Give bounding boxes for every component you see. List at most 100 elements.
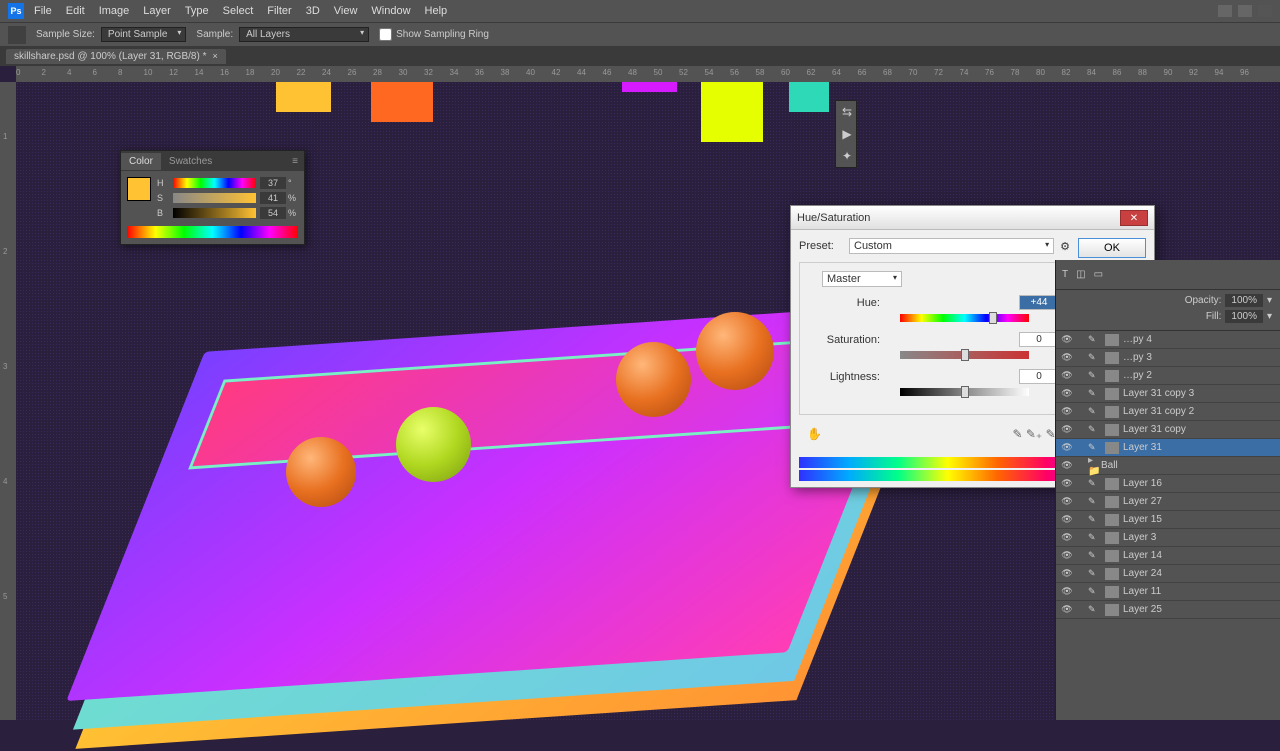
layer-name[interactable]: Layer 25 [1123,604,1276,615]
visibility-icon[interactable]: 👁 [1060,334,1074,345]
menu-item-view[interactable]: View [334,5,358,17]
layer-thumbnail[interactable] [1105,442,1119,454]
tool-icon[interactable]: ⇆ [836,101,858,123]
layer-name[interactable]: …py 2 [1123,370,1276,381]
sample-size-dropdown[interactable]: Point Sample [101,27,186,42]
lightness-slider[interactable] [900,388,1029,396]
gear-icon[interactable]: ⚙ [1060,240,1070,253]
layer-row[interactable]: 👁✎Layer 31 copy [1056,421,1280,439]
preset-dropdown[interactable]: Custom [849,238,1054,254]
menu-item-filter[interactable]: Filter [267,5,291,17]
chevron-down-icon[interactable]: ▾ [1267,311,1272,322]
visibility-icon[interactable]: 👁 [1060,532,1074,543]
close-icon[interactable]: × [212,51,217,61]
layer-thumbnail[interactable] [1105,352,1119,364]
visibility-icon[interactable]: 👁 [1060,604,1074,615]
layer-name[interactable]: Layer 14 [1123,550,1276,561]
panel-menu-icon[interactable]: ≡ [292,156,304,167]
tool-icon[interactable]: ✦ [836,145,858,167]
foreground-swatch[interactable] [127,177,151,201]
hue-slider[interactable] [900,314,1029,322]
visibility-icon[interactable]: 👁 [1060,442,1074,453]
show-ring-checkbox[interactable] [379,28,392,41]
layer-name[interactable]: Ball [1101,460,1276,471]
layer-thumbnail[interactable] [1105,478,1119,490]
layer-row[interactable]: 👁✎Layer 31 copy 3 [1056,385,1280,403]
menu-item-type[interactable]: Type [185,5,209,17]
layer-row[interactable]: 👁✎Layer 3 [1056,529,1280,547]
layer-name[interactable]: …py 4 [1123,334,1276,345]
hand-icon[interactable]: ✋ [807,427,822,441]
eyedropper-icon[interactable]: ✎ [1012,427,1022,441]
document-tab[interactable]: skillshare.psd @ 100% (Layer 31, RGB/8) … [6,49,226,64]
menu-item-file[interactable]: File [34,5,52,17]
sample-dropdown[interactable]: All Layers [239,27,369,42]
layer-name[interactable]: Layer 11 [1123,586,1276,597]
layer-name[interactable]: Layer 24 [1123,568,1276,579]
menu-item-edit[interactable]: Edit [66,5,85,17]
channel-dropdown[interactable]: Master [822,271,902,287]
layer-name[interactable]: Layer 31 copy 2 [1123,406,1276,417]
layer-name[interactable]: Layer 31 copy 3 [1123,388,1276,399]
saturation-slider[interactable] [900,351,1029,359]
window-min-icon[interactable] [1218,5,1232,17]
layer-row[interactable]: 👁✎…py 3 [1056,349,1280,367]
tab-color[interactable]: Color [121,153,161,170]
visibility-icon[interactable]: 👁 [1060,550,1074,561]
layer-name[interactable]: Layer 31 [1123,442,1276,453]
layer-thumbnail[interactable] [1105,550,1119,562]
chevron-down-icon[interactable]: ▾ [1267,295,1272,306]
spectrum-bar[interactable] [127,226,298,238]
type-icon[interactable]: T [1062,269,1068,280]
layer-thumbnail[interactable] [1105,532,1119,544]
visibility-icon[interactable]: 👁 [1060,370,1074,381]
color-panel[interactable]: Color Swatches ≡ H 37 ° S 41 % [120,150,305,245]
layer-row[interactable]: 👁✎Layer 16 [1056,475,1280,493]
visibility-icon[interactable]: 👁 [1060,478,1074,489]
layer-name[interactable]: …py 3 [1123,352,1276,363]
eyedropper-plus-icon[interactable]: ✎₊ [1026,427,1042,441]
layer-name[interactable]: Layer 16 [1123,478,1276,489]
window-close-icon[interactable] [1258,5,1272,17]
layer-name[interactable]: Layer 3 [1123,532,1276,543]
menu-item-window[interactable]: Window [371,5,410,17]
lightness-input[interactable]: 0 [1019,369,1059,384]
hue-value[interactable]: 37 [260,177,286,189]
window-max-icon[interactable] [1238,5,1252,17]
visibility-icon[interactable]: 👁 [1060,514,1074,525]
menu-item-select[interactable]: Select [223,5,254,17]
layer-thumbnail[interactable] [1105,388,1119,400]
visibility-icon[interactable]: 👁 [1060,424,1074,435]
sat-value[interactable]: 41 [260,192,286,204]
layer-row[interactable]: 👁✎Layer 25 [1056,601,1280,619]
ok-button[interactable]: OK [1078,238,1146,258]
bright-slider[interactable] [173,208,256,218]
layer-thumbnail[interactable] [1105,568,1119,580]
visibility-icon[interactable]: 👁 [1060,388,1074,399]
play-icon[interactable]: ▶ [836,123,858,145]
layer-thumbnail[interactable] [1105,406,1119,418]
layer-name[interactable]: Layer 31 copy [1123,424,1276,435]
visibility-icon[interactable]: 👁 [1060,496,1074,507]
saturation-input[interactable]: 0 [1019,332,1059,347]
visibility-icon[interactable]: 👁 [1060,352,1074,363]
layer-row[interactable]: 👁✎…py 4 [1056,331,1280,349]
layer-row[interactable]: 👁✎Layer 14 [1056,547,1280,565]
layer-row[interactable]: 👁✎Layer 27 [1056,493,1280,511]
path-icon[interactable]: ◫ [1076,269,1085,280]
visibility-icon[interactable]: 👁 [1060,460,1074,471]
layer-row[interactable]: 👁✎Layer 15 [1056,511,1280,529]
layer-thumbnail[interactable] [1105,604,1119,616]
layer-row[interactable]: 👁▸📁Ball [1056,457,1280,475]
hue-input[interactable]: +44 [1019,295,1059,310]
opacity-value[interactable]: 100% [1225,294,1263,307]
layer-row[interactable]: 👁✎…py 2 [1056,367,1280,385]
tab-swatches[interactable]: Swatches [161,153,220,170]
fill-value[interactable]: 100% [1225,310,1263,323]
menu-item-3d[interactable]: 3D [306,5,320,17]
layer-row[interactable]: 👁✎Layer 11 [1056,583,1280,601]
menu-item-image[interactable]: Image [99,5,130,17]
layer-thumbnail[interactable] [1105,334,1119,346]
visibility-icon[interactable]: 👁 [1060,586,1074,597]
layer-thumbnail[interactable] [1105,370,1119,382]
